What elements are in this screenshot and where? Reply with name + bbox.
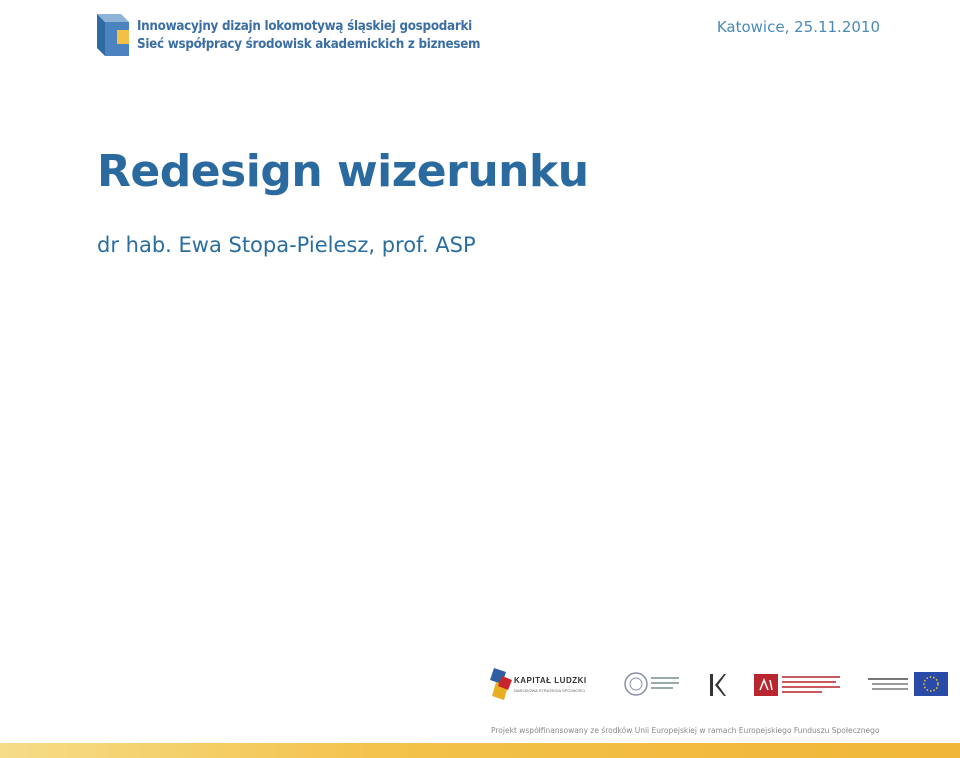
project-logo: Innowacyjny dizajn lokomotywą śląskiej g… xyxy=(95,12,481,62)
date-label: Katowice, 25.11.2010 xyxy=(716,18,880,36)
slide-subtitle: dr hab. Ewa Stopa-Pielesz, prof. ASP xyxy=(97,233,476,257)
academy-logo xyxy=(708,664,728,708)
sponsor-logos: KAPITAŁ LUDZKI NARODOWA STRATEGIA SPÓJNO… xyxy=(488,664,950,708)
cube-logo-icon xyxy=(97,14,129,56)
eu-logo xyxy=(868,664,950,708)
bottom-color-bar xyxy=(0,743,960,758)
logo-line-2: Sieć współpracy środowisk akademickich z… xyxy=(137,37,481,52)
kapital-ludzki-logo: KAPITAŁ LUDZKI NARODOWA STRATEGIA SPÓJNO… xyxy=(488,664,600,708)
kapital-ludzki-label: KAPITAŁ LUDZKI xyxy=(514,676,587,685)
university-logo xyxy=(624,664,682,708)
cofinancing-note: Projekt współfinansowany ze środków Unii… xyxy=(491,726,880,735)
eu-flag-icon xyxy=(914,672,948,696)
chamber-logo xyxy=(754,664,850,708)
slide-title: Redesign wizerunku xyxy=(97,146,589,197)
kapital-ludzki-sublabel: NARODOWA STRATEGIA SPÓJNOŚCI xyxy=(514,688,586,693)
university-seal-icon xyxy=(624,672,648,696)
logo-line-1: Innowacyjny dizajn lokomotywą śląskiej g… xyxy=(137,19,472,34)
chamber-mark-icon xyxy=(754,674,778,696)
academy-k-icon xyxy=(710,674,726,696)
kapital-ludzki-star-icon xyxy=(490,668,512,700)
